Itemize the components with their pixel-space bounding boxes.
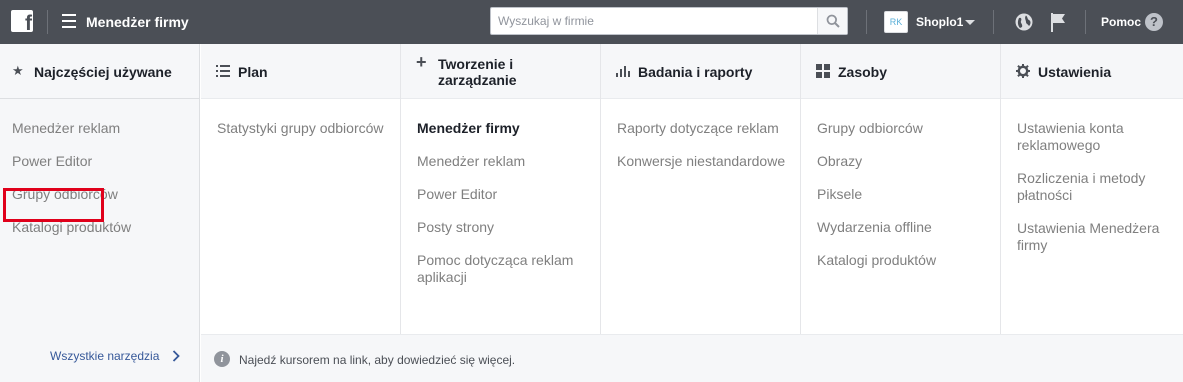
menu-item-ads-manager[interactable]: Menedżer reklam [417, 153, 593, 170]
menu-item-business-manager-settings[interactable]: Ustawienia Menedżera firmy [1017, 220, 1177, 254]
account-name[interactable]: Shoplo1 [916, 14, 963, 30]
search-input[interactable] [491, 8, 817, 34]
star-icon: ★ [12, 63, 24, 78]
help-link[interactable]: Pomoc [1101, 14, 1141, 30]
hamburger-menu-icon[interactable] [62, 14, 76, 28]
plus-icon: + [416, 52, 427, 72]
column-header: Zasoby [801, 44, 1000, 99]
column-header: Plan [201, 44, 400, 99]
bar-chart-icon [616, 66, 630, 77]
plan-column: Plan Statystyki grupy odbiorców [201, 44, 401, 334]
chevron-right-icon[interactable] [172, 350, 180, 362]
divider [47, 10, 48, 34]
help-icon[interactable]: ? [1145, 13, 1163, 31]
menu-item-images[interactable]: Obrazy [817, 153, 993, 170]
grid-icon [816, 64, 830, 78]
assets-column: Zasoby Grupy odbiorców Obrazy Piksele Wy… [801, 44, 1001, 334]
menu-item-ads-manager[interactable]: Menedżer reklam [12, 120, 188, 137]
reports-column: Badania i raporty Raporty dotyczące rekl… [601, 44, 801, 334]
menu-item-product-catalogs[interactable]: Katalogi produktów [817, 252, 993, 269]
info-icon: i [214, 351, 230, 367]
column-header: Badania i raporty [601, 44, 800, 99]
search-button[interactable] [817, 8, 847, 34]
facebook-logo-letter: f [25, 12, 32, 33]
column-header-label: Badania i raporty [638, 64, 753, 80]
column-header: Ustawienia [1001, 44, 1183, 99]
menu-item-business-manager[interactable]: Menedżer firmy [417, 120, 593, 137]
divider [993, 10, 994, 34]
top-bar: f Menedżer firmy RK Shoplo1 Pomoc ? [0, 0, 1183, 44]
divider [1085, 10, 1086, 34]
globe-icon[interactable] [1014, 12, 1034, 32]
hint-text: Najedź kursorem na link, aby dowiedzieć … [239, 353, 516, 367]
menu-item-ad-account-settings[interactable]: Ustawienia konta reklamowego [1017, 120, 1167, 154]
facebook-logo-icon[interactable]: f [11, 10, 33, 32]
column-header-label: Ustawienia [1038, 64, 1112, 80]
all-tools-link[interactable]: Wszystkie narzędzia [50, 349, 159, 364]
gear-icon [1016, 64, 1030, 78]
account-avatar[interactable]: RK [884, 11, 908, 33]
menu-item-page-posts[interactable]: Posty strony [417, 219, 593, 236]
search-icon [826, 14, 840, 28]
column-header: ★ Najczęściej używane [0, 44, 199, 99]
highlight-annotation [3, 188, 104, 222]
create-manage-column: + Tworzenie i zarządzanie Menedżer firmy… [401, 44, 601, 334]
menu-item-billing-payment-methods[interactable]: Rozliczenia i metody płatności [1017, 170, 1167, 204]
menu-item-audience-insights[interactable]: Statystyki grupy odbiorców [217, 120, 393, 137]
menu-item-ads-reporting[interactable]: Raporty dotyczące reklam [617, 120, 793, 137]
menu-item-audiences[interactable]: Grupy odbiorców [817, 120, 993, 137]
divider [866, 10, 867, 34]
menu-item-power-editor[interactable]: Power Editor [417, 186, 593, 203]
search-box [490, 7, 848, 35]
list-icon [216, 65, 230, 77]
column-header-label: Plan [238, 64, 268, 80]
column-header-label: Zasoby [838, 64, 888, 80]
menu-item-offline-events[interactable]: Wydarzenia offline [817, 219, 993, 236]
menu-item-app-ads-helper[interactable]: Pomoc dotycząca reklam aplikacji [417, 252, 587, 286]
menu-item-power-editor[interactable]: Power Editor [12, 153, 188, 170]
column-header: + Tworzenie i zarządzanie [401, 44, 600, 99]
flag-icon[interactable] [1048, 11, 1068, 33]
menu-item-custom-conversions[interactable]: Konwersje niestandardowe [617, 153, 793, 170]
column-header-label: Tworzenie i zarządzanie [438, 56, 517, 88]
menu-item-pixels[interactable]: Piksele [817, 186, 993, 203]
column-header-label: Najczęściej używane [34, 64, 172, 80]
chevron-down-icon[interactable] [965, 20, 975, 25]
hint-footer: i Najedź kursorem na link, aby dowiedzie… [201, 334, 1183, 382]
app-title[interactable]: Menedżer firmy [86, 13, 189, 31]
frequently-used-column: ★ Najczęściej używane Menedżer reklam Po… [0, 44, 200, 382]
settings-column: Ustawienia Ustawienia konta reklamowego … [1001, 44, 1183, 334]
